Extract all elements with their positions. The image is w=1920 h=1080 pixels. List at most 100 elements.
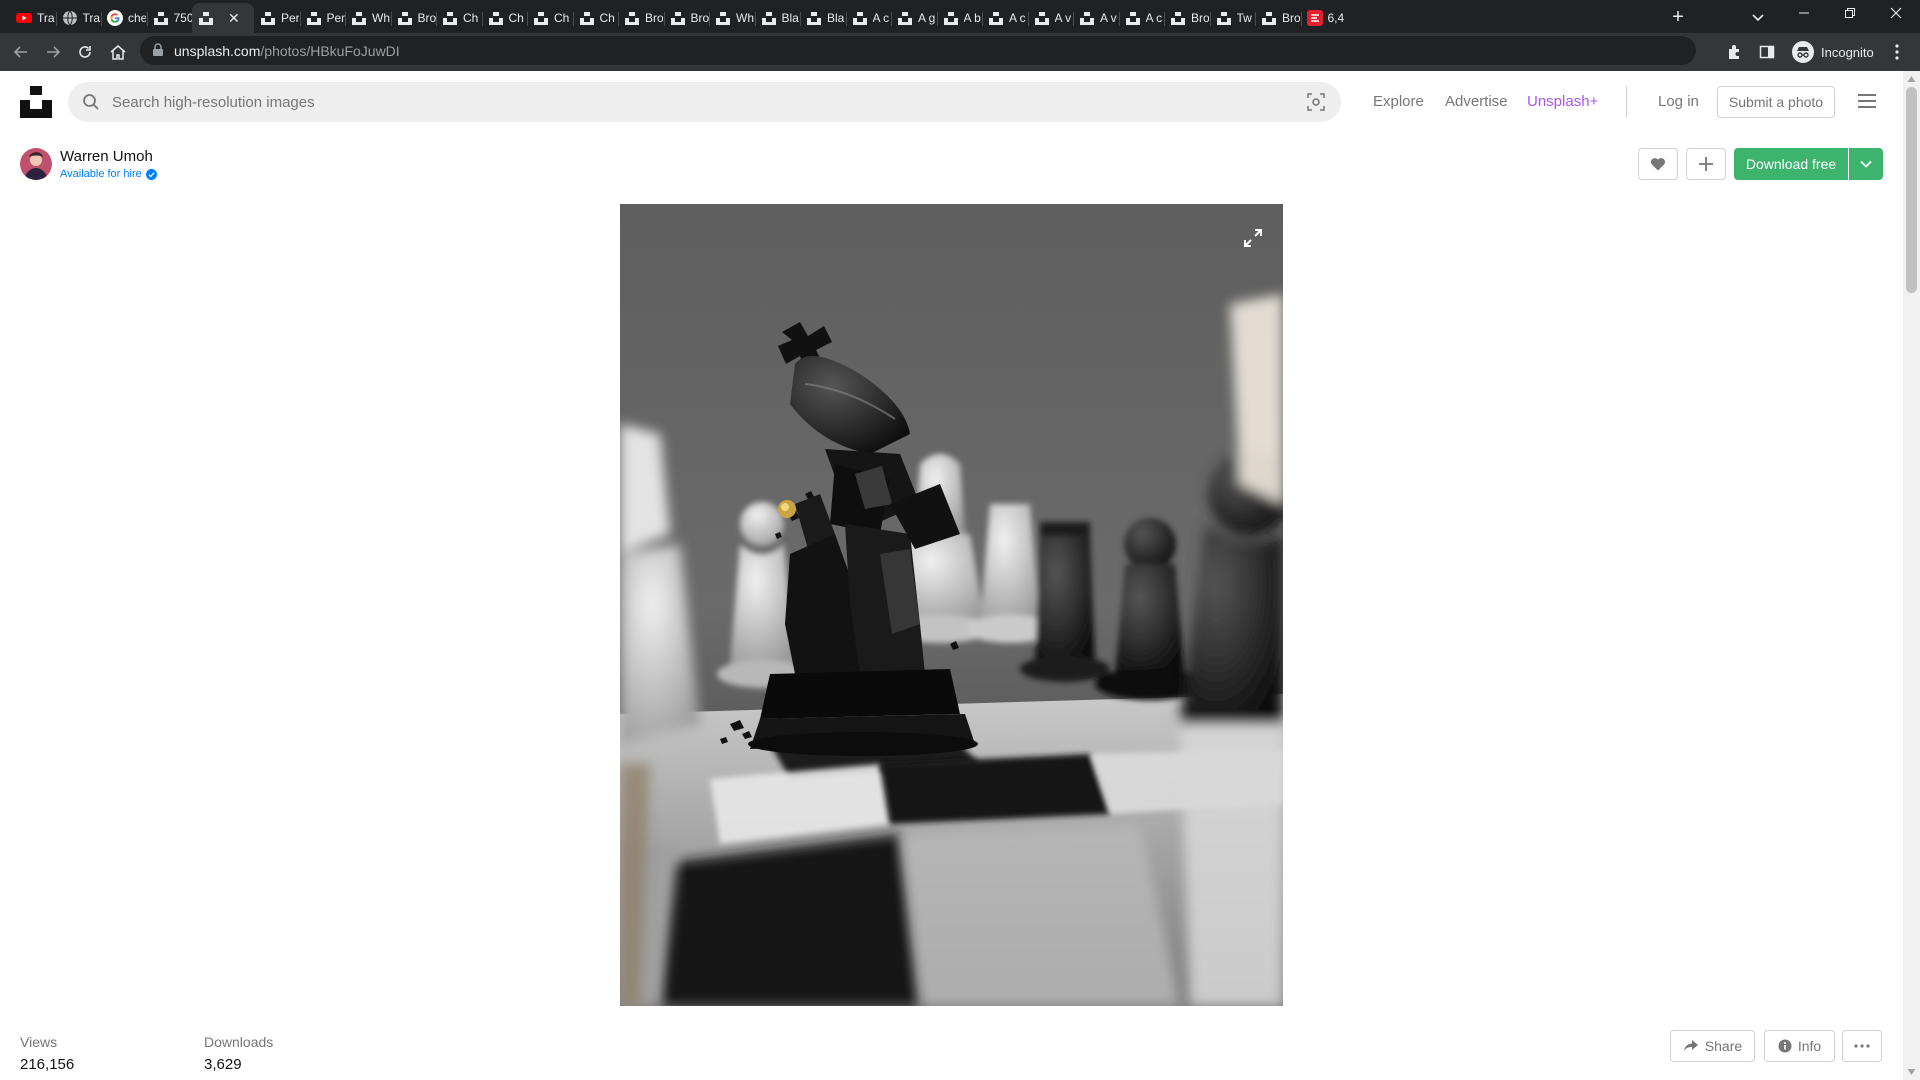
reload-button[interactable] — [72, 39, 98, 65]
minimize-button[interactable] — [1781, 0, 1827, 30]
nav-unsplash-plus[interactable]: Unsplash+ — [1527, 93, 1598, 110]
tab-active[interactable]: ✕ — [192, 3, 254, 33]
hire-status-label: Available for hire — [60, 168, 142, 180]
browser-tab[interactable]: Tra — [55, 3, 102, 33]
page-scrollbar[interactable] — [1903, 71, 1920, 1080]
lock-icon — [153, 43, 163, 56]
downloads-value: 3,629 — [204, 1056, 242, 1073]
info-label: Info — [1797, 1038, 1822, 1054]
browser-toolbar: unsplash.com/photos/HBkuFoJuwDI Incognit… — [0, 33, 1920, 71]
header-divider — [1626, 86, 1627, 118]
restore-button[interactable] — [1827, 0, 1873, 30]
back-button[interactable] — [8, 39, 34, 65]
download-free-button[interactable]: Download free — [1734, 148, 1848, 180]
more-actions-button[interactable] — [1842, 1030, 1882, 1062]
download-options-button[interactable] — [1849, 148, 1883, 180]
browser-tab[interactable]: che — [101, 3, 147, 33]
browser-tab[interactable]: 6,4 — [1300, 3, 1347, 33]
chevron-down-icon — [1860, 160, 1872, 168]
browser-tab[interactable]: Bla — [800, 3, 846, 33]
hire-status[interactable]: Available for hire — [60, 168, 157, 180]
main-photo[interactable] — [620, 204, 1283, 1006]
author-name[interactable]: Warren Umoh — [60, 148, 153, 165]
browser-tab[interactable]: Ch — [572, 3, 619, 33]
unsplash-icon — [1125, 10, 1141, 26]
unsplash-icon — [579, 10, 595, 26]
browser-tab[interactable]: A c — [982, 3, 1028, 33]
like-button[interactable] — [1638, 148, 1678, 180]
browser-menu-icon[interactable] — [1894, 42, 1900, 62]
tab-title: 6,4 — [1327, 11, 1345, 25]
unsplash-icon — [260, 10, 276, 26]
unsplash-icon — [806, 10, 822, 26]
login-link[interactable]: Log in — [1658, 93, 1699, 110]
browser-tab[interactable]: A c — [845, 3, 892, 33]
browser-tab[interactable]: A v — [1073, 3, 1119, 33]
nav-explore[interactable]: Explore — [1373, 93, 1424, 110]
share-button[interactable]: Share — [1670, 1030, 1755, 1062]
browser-tab[interactable]: Tw — [1209, 3, 1256, 33]
browser-tab[interactable]: A c — [1118, 3, 1165, 33]
submit-photo-button[interactable]: Submit a photo — [1717, 86, 1835, 118]
browser-tab[interactable]: Wh — [709, 3, 755, 33]
browser-tab[interactable]: Ch — [481, 3, 528, 33]
add-to-collection-button[interactable] — [1686, 148, 1726, 180]
address-bar[interactable]: unsplash.com/photos/HBkuFoJuwDI — [140, 36, 1844, 65]
scrollbar-thumb[interactable] — [1906, 87, 1917, 293]
browser-tab[interactable]: Ch — [527, 3, 573, 33]
browser-tab[interactable]: Bla — [754, 3, 801, 33]
search-input[interactable] — [112, 82, 1262, 122]
author-avatar[interactable] — [20, 148, 52, 180]
browser-tab[interactable]: A g — [891, 3, 937, 33]
tab-search-button[interactable] — [1746, 5, 1770, 29]
unsplash-icon — [670, 10, 686, 26]
side-panel-button[interactable] — [1756, 41, 1778, 63]
new-tab-button[interactable]: + — [1664, 4, 1692, 30]
home-button[interactable] — [105, 39, 131, 65]
visual-search-icon[interactable] — [1307, 93, 1325, 111]
unsplash-icon — [715, 10, 731, 26]
search-icon[interactable] — [82, 93, 100, 111]
browser-tab[interactable]: Tra — [10, 3, 56, 33]
browser-tab[interactable]: Bro — [663, 3, 710, 33]
scroll-down-icon[interactable] — [1907, 1068, 1916, 1076]
expand-photo-button[interactable] — [1239, 224, 1267, 252]
unsplash-icon — [1079, 10, 1095, 26]
hamburger-menu-icon[interactable] — [1857, 93, 1877, 109]
close-tab-icon[interactable]: ✕ — [228, 10, 240, 27]
close-window-button[interactable] — [1873, 0, 1919, 30]
scroll-up-icon[interactable] — [1907, 75, 1916, 83]
tab-title: Bro — [645, 11, 663, 25]
tab-title: Bro — [1282, 11, 1300, 25]
browser-tab[interactable]: Bro — [1255, 3, 1301, 33]
expand-icon — [1244, 229, 1262, 247]
unsplash-logo-icon[interactable] — [20, 86, 52, 118]
browser-tab[interactable]: A b — [936, 3, 983, 33]
browser-tab[interactable]: A v — [1027, 3, 1074, 33]
tab-title: Ch — [599, 11, 615, 25]
profile-button[interactable]: Incognito — [1788, 39, 1884, 65]
unsplash-icon — [488, 10, 504, 26]
tab-title: Per — [281, 11, 299, 25]
nav-advertise[interactable]: Advertise — [1445, 93, 1508, 110]
arrow-left-icon — [13, 46, 27, 58]
tab-title: A b — [963, 11, 981, 25]
tab-title: Bla — [827, 11, 845, 25]
info-button[interactable]: Info — [1764, 1030, 1835, 1062]
tab-title: A v — [1100, 11, 1117, 25]
unsplash-icon — [1216, 10, 1232, 26]
browser-tab[interactable]: Wh — [345, 3, 391, 33]
browser-tab[interactable]: Per — [254, 3, 300, 33]
tab-title: Bro — [690, 11, 709, 25]
tab-title: Tw — [1236, 11, 1252, 25]
browser-tab[interactable]: Per — [299, 3, 346, 33]
browser-tab[interactable]: 750 — [146, 3, 193, 33]
browser-tab[interactable]: Bro — [1164, 3, 1210, 33]
browser-tab[interactable]: Bro — [618, 3, 664, 33]
browser-tab[interactable]: Bro — [390, 3, 437, 33]
unsplash-icon — [897, 10, 913, 26]
browser-tab[interactable]: Ch — [436, 3, 482, 33]
forward-button[interactable] — [40, 39, 66, 65]
extensions-button[interactable] — [1724, 41, 1746, 63]
tab-title: Ch — [463, 11, 479, 25]
